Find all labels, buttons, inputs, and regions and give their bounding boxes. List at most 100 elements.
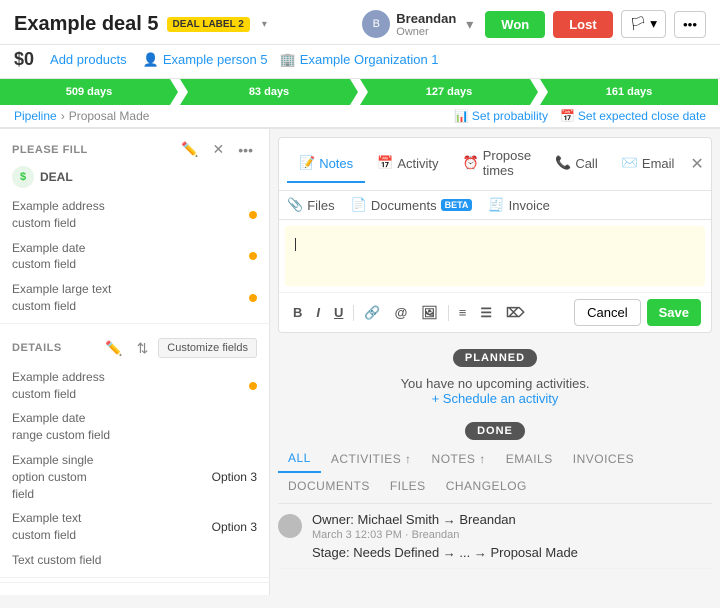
schedule-link[interactable]: + Schedule an activity xyxy=(432,391,559,406)
avatar: B xyxy=(362,10,390,38)
deal-label: DEAL LABEL 2 xyxy=(167,17,250,32)
org-link: 🏢 Example Organization 1 xyxy=(280,52,439,68)
customize-fields-btn[interactable]: Customize fields xyxy=(158,338,257,358)
add-products-link[interactable]: Add products xyxy=(50,52,127,67)
breadcrumb-pipeline[interactable]: Pipeline xyxy=(14,109,57,123)
invoice-icon: 🧾 xyxy=(488,197,504,213)
please-fill-header: PLEASE FILL ✏️ ✕ ••• xyxy=(0,129,269,166)
cancel-button[interactable]: Cancel xyxy=(574,299,640,326)
field-address-label: Example addresscustom field xyxy=(12,198,105,232)
call-tab-label: Call xyxy=(575,156,597,171)
calendar-icon: 📅 xyxy=(560,109,575,123)
toolbar-underline[interactable]: U xyxy=(330,303,347,322)
activity-body: Stage: Needs Defined → ... → Proposal Ma… xyxy=(312,545,712,560)
close-icon[interactable]: ✕ xyxy=(209,139,229,160)
cursor xyxy=(295,238,296,251)
feed-tab-activities[interactable]: ACTIVITIES ↑ xyxy=(321,446,422,472)
field-daterange-details: Example daterange custom field xyxy=(0,406,269,448)
tab-notes[interactable]: 📝 Notes xyxy=(287,145,365,183)
documents-icon: 📄 xyxy=(351,197,367,213)
set-expected-close-link[interactable]: 📅 Set expected close date xyxy=(560,109,706,123)
no-activity-text: You have no upcoming activities. xyxy=(286,376,704,391)
field-largetext-fill: Example large textcustom field xyxy=(0,277,269,319)
main-content: PLEASE FILL ✏️ ✕ ••• $ DEAL Example addr… xyxy=(0,129,720,595)
tab-call[interactable]: 📞 Call xyxy=(543,145,610,183)
planned-label: PLANNED xyxy=(453,349,537,367)
org-name[interactable]: Example Organization 1 xyxy=(300,52,439,67)
feed-tab-notes[interactable]: NOTES ↑ xyxy=(422,446,496,472)
toolbar-list-ul[interactable]: ≡ xyxy=(455,303,471,322)
right-panel: 📝 Notes 📅 Activity ⏰ Propose times 📞 Cal… xyxy=(270,129,720,595)
deal-label-dropdown[interactable]: ▾ xyxy=(258,17,271,32)
more-icon[interactable]: ••• xyxy=(234,140,257,160)
planned-badge: PLANNED xyxy=(278,349,712,364)
breadcrumb: Pipeline › Proposal Made xyxy=(14,109,149,123)
toolbar-link[interactable]: 🔗 xyxy=(360,303,384,323)
breadcrumb-sep: › xyxy=(61,109,65,123)
org-icon: 🏢 xyxy=(280,52,296,68)
tab-email[interactable]: ✉️ Email xyxy=(610,145,687,183)
feed-tab-files[interactable]: FILES xyxy=(380,473,436,499)
done-label: DONE xyxy=(465,422,525,440)
revenue-edit-icon[interactable]: ✏️ xyxy=(203,593,228,595)
person-icon: 👤 xyxy=(143,52,159,68)
sub-tab-documents[interactable]: 📄 Documents BETA xyxy=(351,197,473,213)
editor-actions: Cancel Save xyxy=(574,299,701,326)
deal-amount: $0 xyxy=(14,49,34,70)
please-fill-title: PLEASE FILL xyxy=(12,144,88,156)
subheader: $0 Add products 👤 Example person 5 🏢 Exa… xyxy=(0,45,720,79)
lost-button[interactable]: Lost xyxy=(553,11,612,38)
stage-2[interactable]: 83 days xyxy=(180,79,358,105)
toolbar-image[interactable]: 🖼 xyxy=(417,303,442,323)
user-info: Breandan Owner xyxy=(396,11,456,38)
sub-tab-invoice[interactable]: 🧾 Invoice xyxy=(488,197,549,213)
email-tab-label: Email xyxy=(642,156,675,171)
sub-tab-files[interactable]: 📎 Files xyxy=(287,197,335,213)
toolbar-mention[interactable]: @ xyxy=(391,303,412,322)
revenue-more-icon[interactable]: ••• xyxy=(234,593,257,595)
stage-1[interactable]: 509 days xyxy=(0,79,178,105)
feed-tab-documents[interactable]: DOCUMENTS xyxy=(278,473,380,499)
feed-area: PLANNED You have no upcoming activities.… xyxy=(270,341,720,595)
header-left: Example deal 5 DEAL LABEL 2 ▾ xyxy=(14,13,271,36)
field-singleoption-details: Example singleoption customfield Option … xyxy=(0,448,269,506)
details-sort-icon[interactable]: ⇅ xyxy=(133,338,153,359)
pipeline-bar: 509 days 83 days 127 days 161 days Pipel… xyxy=(0,79,720,129)
set-probability-link[interactable]: 📊 Set probability xyxy=(454,109,548,123)
note-editor[interactable] xyxy=(285,226,705,286)
toolbar-bold[interactable]: B xyxy=(289,303,306,322)
toolbar-clear[interactable]: ⌦ xyxy=(502,303,528,323)
user-dropdown[interactable]: ▾ xyxy=(462,14,477,35)
deal-icon: $ xyxy=(12,166,34,188)
edit-icon[interactable]: ✏️ xyxy=(177,139,202,160)
feed-tab-emails[interactable]: EMAILS xyxy=(496,446,563,472)
details-actions: ✏️ ⇅ Customize fields xyxy=(101,338,257,359)
feed-tab-invoices[interactable]: INVOICES xyxy=(563,446,644,472)
more-button[interactable]: ••• xyxy=(674,11,706,38)
stage-1-label: 509 days xyxy=(66,86,112,98)
toolbar-list-ol[interactable]: ☰ xyxy=(476,303,496,323)
header: Example deal 5 DEAL LABEL 2 ▾ B Breandan… xyxy=(0,0,720,45)
save-button[interactable]: Save xyxy=(647,299,701,326)
email-icon: ✉️ xyxy=(622,155,638,171)
stage-3[interactable]: 127 days xyxy=(360,79,538,105)
feed-tab-changelog[interactable]: CHANGELOG xyxy=(436,473,537,499)
won-button[interactable]: Won xyxy=(485,11,545,38)
details-address-label: Example addresscustom field xyxy=(12,369,105,403)
tab-activity[interactable]: 📅 Activity xyxy=(365,145,450,183)
notes-close-button[interactable]: ✕ xyxy=(686,150,707,178)
details-edit-icon[interactable]: ✏️ xyxy=(101,338,126,359)
flag-button[interactable]: 🏳 ▾ xyxy=(621,10,666,38)
breadcrumb-current: Proposal Made xyxy=(69,109,150,123)
details-singleoption-value: Option 3 xyxy=(212,470,257,484)
field-textcustom-details: Text custom field xyxy=(0,548,269,573)
notes-tabs: 📝 Notes 📅 Activity ⏰ Propose times 📞 Cal… xyxy=(279,138,711,191)
feed-tab-all[interactable]: ALL xyxy=(278,445,321,473)
toolbar-italic[interactable]: I xyxy=(312,303,324,322)
tab-propose-times[interactable]: ⏰ Propose times xyxy=(451,138,544,190)
person-name[interactable]: Example person 5 xyxy=(163,52,268,67)
stage-3-label: 127 days xyxy=(426,86,472,98)
details-daterange-label: Example daterange custom field xyxy=(12,410,110,444)
stage-4[interactable]: 161 days xyxy=(540,79,718,105)
feed-tabs: ALL ACTIVITIES ↑ NOTES ↑ EMAILS INVOICES… xyxy=(278,441,712,504)
